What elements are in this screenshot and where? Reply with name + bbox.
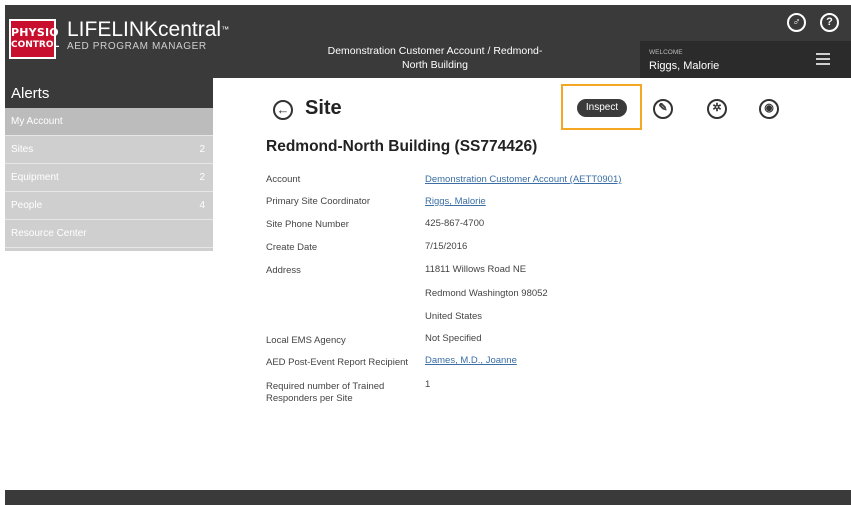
account-breadcrumb: Demonstration Customer Account / Redmond… bbox=[305, 44, 565, 72]
sidebar-item-resource-center[interactable]: Resource Center bbox=[5, 220, 213, 248]
back-arrow-icon[interactable]: ← bbox=[273, 100, 293, 120]
app-header: PHYSIO CONTROL LIFELINKcentral™ AED PROG… bbox=[5, 5, 851, 78]
sidebar-item-count: 2 bbox=[199, 144, 205, 155]
edit-icon[interactable]: ✎ bbox=[653, 99, 673, 119]
logo-line2: CONTROL bbox=[11, 40, 60, 50]
account-title-line2: North Building bbox=[402, 59, 468, 71]
welcome-name[interactable]: Riggs, Malorie bbox=[649, 60, 719, 72]
sidebar-item-sites[interactable]: Sites 2 bbox=[5, 136, 213, 164]
responders-label-line2: Responders per Site bbox=[266, 393, 353, 404]
coordinator-label: Primary Site Coordinator bbox=[266, 196, 371, 207]
create-date-value: 7/15/2016 bbox=[425, 241, 468, 252]
footer-bar bbox=[5, 490, 851, 505]
sidebar-item-label: My Account bbox=[11, 116, 63, 127]
sidebar-item-people[interactable]: People 4 bbox=[5, 192, 213, 220]
physio-control-logo: PHYSIO CONTROL bbox=[9, 19, 60, 59]
ems-value: Not Specified bbox=[425, 333, 482, 344]
location-icon[interactable]: ◉ bbox=[759, 99, 779, 119]
user-switch-icon[interactable]: ♂ bbox=[787, 13, 806, 32]
address-line2: Redmond Washington 98052 bbox=[425, 288, 548, 299]
coordinator-link[interactable]: Riggs, Malorie bbox=[425, 196, 486, 207]
create-date-label: Create Date bbox=[266, 242, 318, 253]
brand-subtitle: AED PROGRAM MANAGER bbox=[67, 41, 207, 52]
account-label: Account bbox=[266, 174, 301, 185]
responders-value: 1 bbox=[425, 379, 431, 390]
sidebar-item-count: 2 bbox=[199, 172, 205, 183]
sidebar-item-count: 4 bbox=[199, 200, 205, 211]
phone-value: 425-867-4700 bbox=[425, 218, 485, 229]
address-line1: 11811 Willows Road NE bbox=[425, 264, 527, 275]
account-link[interactable]: Demonstration Customer Account (AETT0901… bbox=[425, 174, 621, 185]
brand-trademark: ™ bbox=[221, 25, 230, 34]
welcome-label: WELCOME bbox=[649, 49, 683, 56]
settings-icon[interactable]: ✲ bbox=[707, 99, 727, 119]
page-title: Site bbox=[305, 97, 342, 119]
sidebar-item-label: People bbox=[11, 200, 43, 211]
sidebar: Alerts My Account Sites 2 Equipment 2 Pe… bbox=[5, 78, 213, 251]
responders-label: Required number of Trained Responders pe… bbox=[266, 381, 384, 405]
welcome-panel: WELCOME Riggs, Malorie bbox=[640, 41, 851, 78]
logo-line1: PHYSIO bbox=[11, 26, 59, 39]
sidebar-item-label: Resource Center bbox=[11, 228, 87, 239]
address-label: Address bbox=[266, 265, 301, 276]
responders-label-line1: Required number of Trained bbox=[266, 381, 385, 392]
account-title-line1: Demonstration Customer Account / Redmond… bbox=[327, 45, 543, 57]
sidebar-item-my-account[interactable]: My Account bbox=[5, 108, 213, 136]
help-icon[interactable]: ? bbox=[820, 13, 839, 32]
phone-label: Site Phone Number bbox=[266, 219, 349, 230]
menu-icon[interactable] bbox=[816, 53, 830, 65]
report-recipient-label: AED Post-Event Report Recipient bbox=[266, 357, 409, 368]
ems-label: Local EMS Agency bbox=[266, 335, 346, 346]
brand: LIFELINKcentral™ AED PROGRAM MANAGER bbox=[67, 18, 230, 53]
report-recipient-link[interactable]: Dames, M.D., Joanne bbox=[425, 355, 517, 366]
sidebar-item-label: Equipment bbox=[11, 172, 59, 183]
sidebar-item-equipment[interactable]: Equipment 2 bbox=[5, 164, 213, 192]
sidebar-item-label: Sites bbox=[11, 144, 34, 155]
sidebar-alerts-header[interactable]: Alerts bbox=[5, 78, 213, 108]
address-line3: United States bbox=[425, 311, 483, 322]
brand-title: LIFELINKcentral bbox=[67, 18, 222, 41]
site-name-heading: Redmond-North Building (SS774426) bbox=[266, 138, 538, 155]
inspect-button[interactable]: Inspect bbox=[577, 99, 627, 117]
